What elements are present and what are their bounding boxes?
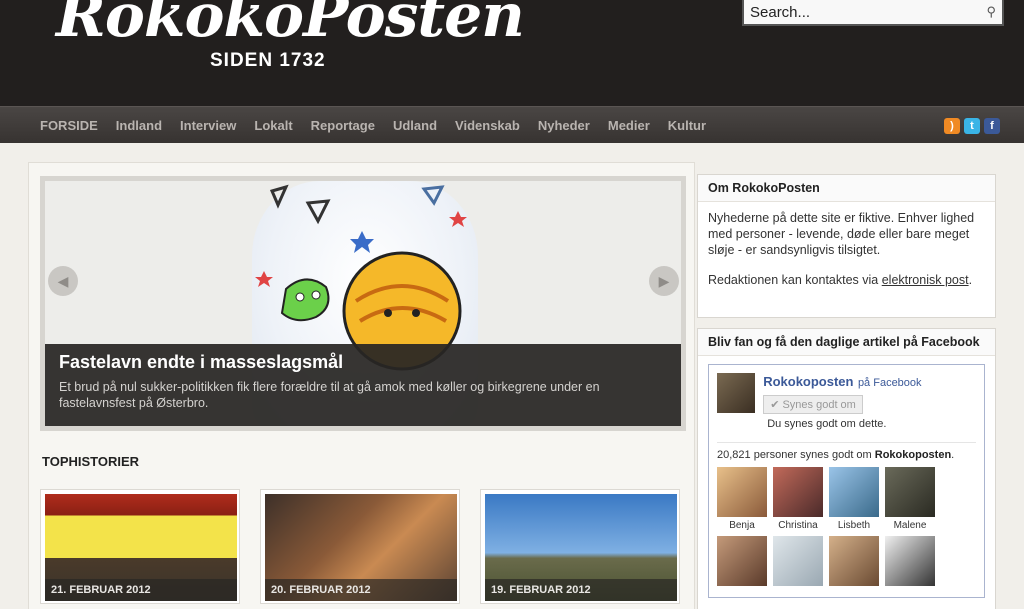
top-stories-title: TOPHISTORIER	[42, 454, 140, 469]
fan-faces: Benja Christina Lisbeth Malene	[717, 467, 976, 589]
nav-item-videnskab[interactable]: Videnskab	[455, 118, 520, 133]
nav-item-medier[interactable]: Medier	[608, 118, 650, 133]
facebook-page-suffix: på Facebook	[857, 377, 922, 389]
fan-avatar	[773, 467, 823, 517]
fan-name: Christina	[778, 520, 818, 531]
fan-face[interactable]: Lisbeth	[829, 467, 879, 531]
nav-item-reportage[interactable]: Reportage	[311, 118, 375, 133]
fan-count-prefix: 20,821 personer synes godt om	[717, 449, 875, 461]
about-text: Nyhederne på dette site er fiktive. Enhv…	[708, 211, 975, 257]
contact-text: Redaktionen kan kontaktes via elektronis…	[708, 272, 985, 288]
facebook-likebox: Rokokoposten på Facebook ✔ Synes godt om…	[708, 364, 985, 598]
fan-name: Malene	[893, 520, 927, 531]
sidebar: Om RokokoPosten Nyhederne på dette site …	[697, 174, 996, 609]
nav-item-lokalt[interactable]: Lokalt	[254, 118, 292, 133]
fan-name: Lisbeth	[837, 520, 871, 531]
story-date: 20. FEBRUAR 2012	[265, 579, 457, 601]
fan-count-page-name[interactable]: Rokokoposten	[875, 449, 951, 461]
about-title: Om RokokoPosten	[698, 175, 995, 202]
fan-count: 20,821 personer synes godt om Rokokopost…	[717, 442, 976, 461]
fan-face[interactable]	[717, 536, 767, 589]
fan-face[interactable]: Benja	[717, 467, 767, 531]
search-input[interactable]	[750, 3, 987, 21]
facebook-page-info: Rokokoposten på Facebook ✔ Synes godt om…	[763, 373, 976, 432]
main-content: ◀ ▶ Fastelavn endte i masseslagsmål Et b…	[28, 162, 695, 609]
fan-avatar	[773, 536, 823, 586]
main-nav: FORSIDE Indland Interview Lokalt Reporta…	[0, 106, 1024, 143]
site-logo[interactable]: RokokoPosten	[56, 0, 525, 46]
nav-item-kultur[interactable]: Kultur	[668, 118, 706, 133]
nav-item-forside[interactable]: FORSIDE	[40, 118, 98, 133]
fan-face[interactable]: Malene	[885, 467, 935, 531]
logo-subtitle: SIDEN 1732	[210, 50, 326, 71]
search-icon[interactable]: ⚲	[986, 4, 996, 20]
fan-count-suffix: .	[951, 449, 955, 461]
fan-avatar	[717, 536, 767, 586]
featured-slider[interactable]: ◀ ▶ Fastelavn endte i masseslagsmål Et b…	[40, 176, 686, 431]
story-image: 21. FEBRUAR 2012	[45, 494, 237, 601]
story-card[interactable]: 21. FEBRUAR 2012	[40, 489, 240, 604]
contact-suffix: .	[968, 273, 973, 287]
like-button[interactable]: ✔ Synes godt om	[763, 395, 863, 414]
contact-email-link[interactable]: elektronisk post	[882, 273, 969, 287]
story-image: 20. FEBRUAR 2012	[265, 494, 457, 601]
facebook-page-name[interactable]: Rokokoposten	[763, 374, 853, 389]
facebook-widget: Bliv fan og få den daglige artikel på Fa…	[697, 328, 996, 609]
twitter-icon[interactable]: t	[964, 118, 980, 134]
slider-next-button[interactable]: ▶	[649, 266, 679, 296]
nav-item-nyheder[interactable]: Nyheder	[538, 118, 590, 133]
fan-avatar	[885, 536, 935, 586]
nav-item-indland[interactable]: Indland	[116, 118, 162, 133]
social-links: ) t f	[944, 118, 1000, 134]
site-header: RokokoPosten SIDEN 1732 ⚲	[0, 0, 1024, 106]
rss-icon[interactable]: )	[944, 118, 960, 134]
fan-face[interactable]: Christina	[773, 467, 823, 531]
fan-avatar	[829, 536, 879, 586]
slide-headline[interactable]: Fastelavn endte i masseslagsmål	[59, 352, 668, 373]
story-date: 19. FEBRUAR 2012	[485, 579, 677, 601]
nav-item-udland[interactable]: Udland	[393, 118, 437, 133]
facebook-page-header: Rokokoposten på Facebook ✔ Synes godt om…	[717, 373, 976, 432]
story-date: 21. FEBRUAR 2012	[45, 579, 237, 601]
fan-avatar	[717, 467, 767, 517]
contact-prefix: Redaktionen kan kontaktes via	[708, 273, 882, 287]
slide-summary: Et brud på nul sukker-politikken fik fle…	[59, 380, 600, 410]
like-caption: Du synes godt om dette.	[767, 418, 887, 430]
about-body: Nyhederne på dette site er fiktive. Enhv…	[698, 202, 995, 310]
search-box: ⚲	[742, 0, 1004, 26]
fan-face[interactable]	[885, 536, 935, 589]
facebook-widget-title: Bliv fan og få den daglige artikel på Fa…	[698, 329, 995, 356]
fan-avatar	[885, 467, 935, 517]
about-widget: Om RokokoPosten Nyhederne på dette site …	[697, 174, 996, 318]
fan-face[interactable]	[773, 536, 823, 589]
fan-name: Benja	[729, 520, 755, 531]
slider-prev-button[interactable]: ◀	[48, 266, 78, 296]
story-card[interactable]: 19. FEBRUAR 2012	[480, 489, 680, 604]
nav-item-interview[interactable]: Interview	[180, 118, 236, 133]
facebook-icon[interactable]: f	[984, 118, 1000, 134]
page-avatar[interactable]	[717, 373, 756, 413]
fan-face[interactable]	[829, 536, 879, 589]
top-stories-list: 21. FEBRUAR 2012 20. FEBRUAR 2012 19. FE…	[40, 489, 680, 604]
fan-avatar	[829, 467, 879, 517]
story-image: 19. FEBRUAR 2012	[485, 494, 677, 601]
slide-caption: Fastelavn endte i masseslagsmål Et brud …	[45, 344, 681, 426]
story-card[interactable]: 20. FEBRUAR 2012	[260, 489, 460, 604]
